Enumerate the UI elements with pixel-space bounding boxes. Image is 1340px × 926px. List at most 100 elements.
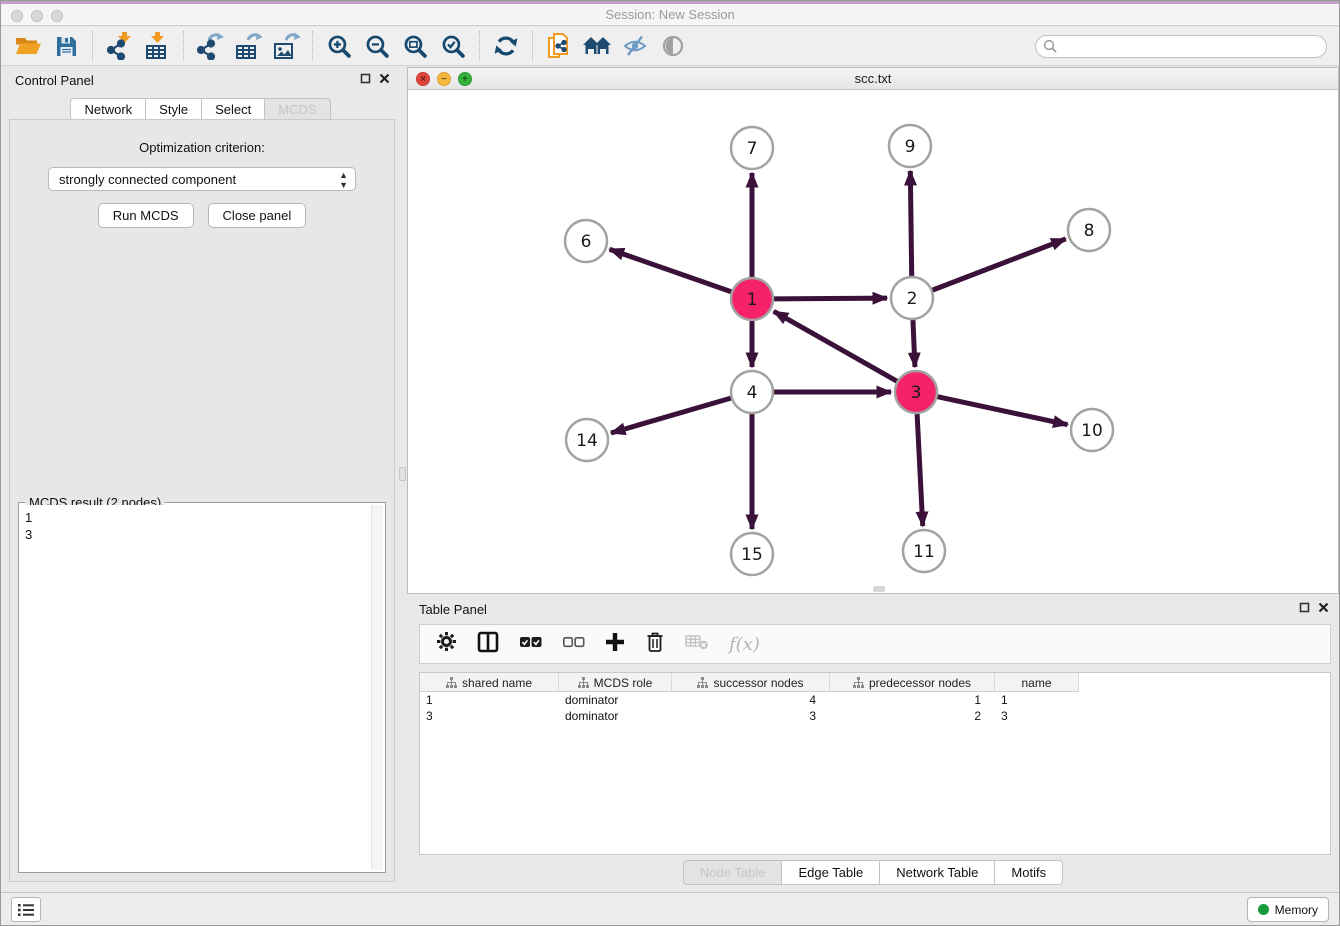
window-title: Session: New Session [1, 4, 1339, 26]
export-image-button[interactable] [267, 30, 305, 62]
memory-button[interactable]: Memory [1247, 897, 1329, 922]
table-toolbar: f(x) [419, 624, 1331, 664]
column-header-predecessor-nodes[interactable]: predecessor nodes [830, 673, 995, 692]
node-10[interactable]: 10 [1071, 409, 1113, 451]
edge-2-8[interactable] [933, 239, 1066, 290]
float-panel-icon[interactable] [360, 73, 371, 84]
edge-2-9[interactable] [910, 171, 911, 276]
node-8[interactable]: 8 [1068, 209, 1110, 251]
edge-2-3[interactable] [913, 320, 915, 367]
main-toolbar [1, 27, 1339, 66]
task-history-button[interactable] [11, 897, 41, 922]
column-header-filler [1079, 673, 1330, 692]
tab-style[interactable]: Style [146, 98, 202, 121]
node-14[interactable]: 14 [566, 419, 608, 461]
show-graphics-button[interactable] [654, 30, 692, 62]
network-canvas[interactable]: 7 9 6 8 1 2 4 3 14 10 15 11 [408, 90, 1338, 593]
node-4[interactable]: 4 [731, 371, 773, 413]
refresh-button[interactable] [487, 30, 525, 62]
control-panel-header: Control Panel [1, 67, 400, 94]
zoom-out-button[interactable] [358, 30, 396, 62]
node-2[interactable]: 2 [891, 277, 933, 319]
table-row[interactable]: 1 dominator 4 1 1 [420, 692, 1330, 708]
close-panel-button[interactable]: Close panel [208, 203, 307, 228]
close-panel-icon[interactable] [1318, 602, 1329, 613]
float-panel-icon[interactable] [1299, 602, 1310, 613]
export-network-icon [196, 32, 224, 60]
add-column-button[interactable] [605, 632, 625, 657]
delete-table-icon [685, 634, 709, 650]
refresh-icon [493, 33, 519, 59]
function-builder-button[interactable]: f(x) [729, 634, 760, 655]
node-11[interactable]: 11 [903, 530, 945, 572]
node-3[interactable]: 3 [895, 371, 937, 413]
zoom-in-button[interactable] [320, 30, 358, 62]
hide-selected-button[interactable] [616, 30, 654, 62]
criterion-select[interactable]: strongly connected component ▲▼ [48, 167, 356, 191]
control-panel-title: Control Panel [15, 73, 94, 88]
tab-select[interactable]: Select [202, 98, 265, 121]
search-input[interactable] [1035, 35, 1327, 58]
import-network-icon [106, 32, 133, 60]
node-9[interactable]: 9 [889, 125, 931, 167]
cell-predecessor-nodes: 2 [830, 708, 995, 724]
criterion-value: strongly connected component [59, 172, 236, 187]
edge-4-14[interactable] [611, 398, 731, 433]
select-all-button[interactable] [519, 635, 542, 654]
node-7[interactable]: 7 [731, 127, 773, 169]
close-panel-icon[interactable] [379, 73, 390, 84]
export-image-icon [272, 32, 300, 60]
edge-1-2[interactable] [774, 298, 887, 299]
import-table-button[interactable] [138, 30, 176, 62]
tab-motifs[interactable]: Motifs [995, 860, 1063, 885]
toolbar-separator [312, 31, 313, 61]
zoom-in-icon [327, 34, 352, 59]
copy-network-button[interactable] [540, 30, 578, 62]
column-header-successor-nodes[interactable]: successor nodes [672, 673, 830, 692]
column-header-name[interactable]: name [995, 673, 1079, 692]
edge-3-10[interactable] [938, 397, 1068, 425]
delete-column-button[interactable] [645, 631, 665, 658]
home-button[interactable] [578, 30, 616, 62]
settings-gear-button[interactable] [436, 631, 457, 657]
hierarchy-icon [697, 677, 708, 688]
column-view-button[interactable] [477, 631, 499, 658]
result-scrollbar[interactable] [371, 505, 383, 870]
node-15[interactable]: 15 [731, 533, 773, 575]
tab-node-table[interactable]: Node Table [683, 860, 783, 885]
deselect-all-button[interactable] [562, 635, 585, 654]
open-session-button[interactable] [9, 30, 47, 62]
tab-edge-table[interactable]: Edge Table [782, 860, 880, 885]
gear-icon [436, 631, 457, 652]
cell-shared-name: 3 [420, 708, 559, 724]
edge-3-11[interactable] [917, 414, 923, 526]
tab-mcds[interactable]: MCDS [265, 98, 330, 121]
delete-table-button[interactable] [685, 634, 709, 655]
splitter-grip[interactable] [399, 467, 406, 481]
memory-status-icon [1258, 904, 1269, 915]
export-table-button[interactable] [229, 30, 267, 62]
edge-1-6[interactable] [610, 249, 732, 291]
node-label: 11 [913, 542, 935, 562]
mcds-result-text[interactable]: 1 3 [21, 505, 371, 870]
search-icon [1043, 39, 1058, 54]
column-header-mcds-role[interactable]: MCDS role [559, 673, 672, 692]
column-header-shared-name[interactable]: shared name [420, 673, 559, 692]
run-mcds-button[interactable]: Run MCDS [98, 203, 194, 228]
edge-3-1[interactable] [774, 311, 897, 381]
node-label: 2 [907, 289, 918, 309]
eye-icon [661, 35, 685, 57]
export-network-button[interactable] [191, 30, 229, 62]
toolbar-separator [532, 31, 533, 61]
canvas-resize-handle[interactable] [873, 586, 885, 592]
node-table: shared name MCDS role successor nodes pr… [419, 672, 1331, 855]
save-session-button[interactable] [47, 30, 85, 62]
tab-network-table[interactable]: Network Table [880, 860, 995, 885]
tab-network[interactable]: Network [70, 98, 146, 121]
node-1[interactable]: 1 [731, 278, 773, 320]
table-row[interactable]: 3 dominator 3 2 3 [420, 708, 1330, 724]
import-network-button[interactable] [100, 30, 138, 62]
node-6[interactable]: 6 [565, 220, 607, 262]
zoom-fit-button[interactable] [396, 30, 434, 62]
zoom-selected-button[interactable] [434, 30, 472, 62]
